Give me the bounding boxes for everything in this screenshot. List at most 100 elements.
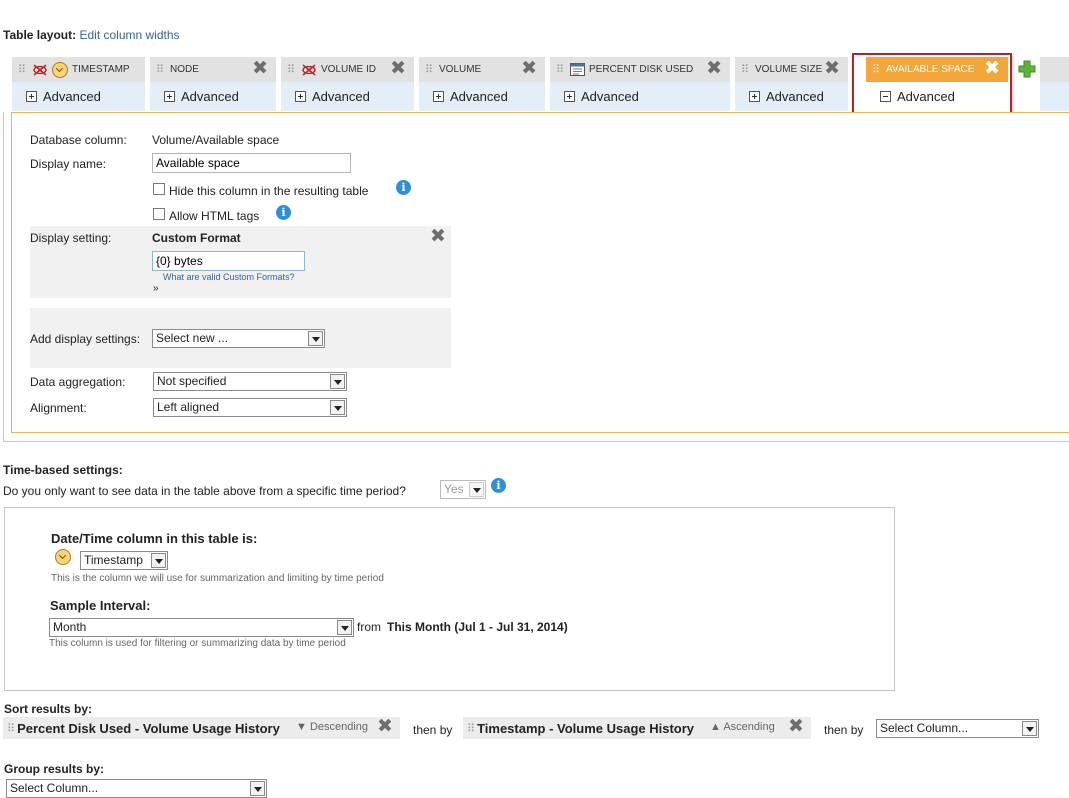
drag-handle-icon[interactable]: ⠿ (287, 63, 297, 76)
column-settings-panel: Database column: Volume/Available space … (11, 112, 1069, 433)
column-tab-available-space[interactable]: ⠿ AVAILABLE SPACE ✖ Advanced (866, 57, 1008, 113)
data-aggregation-select[interactable]: Not specified (153, 372, 347, 391)
sort-direction[interactable]: ▲ Ascending (710, 721, 775, 733)
drag-handle-icon[interactable]: ⠿ (556, 63, 566, 76)
chevron-down-icon (330, 400, 345, 415)
info-icon[interactable]: i (276, 205, 291, 220)
sort-field: Percent Disk Used - Volume Usage History (17, 720, 280, 736)
column-name: AVAILABLE SPACE (886, 64, 975, 75)
edit-column-widths-link[interactable]: Edit column widths (79, 28, 179, 42)
hide-column-checkbox[interactable] (153, 183, 165, 195)
chevron-down-icon (469, 482, 484, 497)
sample-interval-heading: Sample Interval: (50, 598, 151, 613)
advanced-toggle[interactable]: Advanced (419, 82, 545, 111)
display-name-label: Display name: (30, 157, 107, 171)
then-by-label: then by (413, 723, 453, 737)
remove-display-setting-icon[interactable]: ✖ (430, 227, 446, 247)
add-column-icon[interactable] (1018, 60, 1036, 78)
alignment-select[interactable]: Left aligned (153, 398, 347, 417)
custom-format-help-link[interactable]: What are valid Custom Formats? (163, 272, 295, 282)
sort-chip-2[interactable]: ⠿ Timestamp - Volume Usage History ▲ Asc… (463, 717, 811, 739)
remove-column-icon[interactable]: ✖ (824, 59, 840, 79)
column-name: NODE (170, 64, 199, 75)
sort-field: Timestamp - Volume Usage History (477, 720, 695, 736)
remove-column-icon[interactable]: ✖ (252, 59, 268, 79)
sample-interval-note: This column is used for filtering or sum… (49, 638, 346, 649)
group-results-select[interactable]: Select Column... (6, 779, 267, 798)
info-icon[interactable]: i (396, 180, 411, 195)
allow-html-checkbox[interactable] (153, 208, 165, 220)
table-icon (570, 63, 585, 76)
drag-handle-icon[interactable]: ⠿ (156, 63, 166, 76)
remove-column-icon[interactable]: ✖ (984, 59, 1000, 79)
drag-handle-icon[interactable]: ⠿ (18, 63, 28, 76)
custom-format-title: Custom Format (152, 231, 241, 245)
sort-direction[interactable]: ▼ Descending (296, 721, 368, 733)
sort-results-heading: Sort results by: (4, 702, 93, 716)
collapse-icon (880, 91, 891, 102)
advanced-toggle[interactable]: Advanced (550, 82, 730, 111)
remove-column-icon[interactable]: ✖ (390, 59, 406, 79)
remove-column-icon[interactable]: ✖ (706, 59, 722, 79)
drag-handle-icon[interactable]: ⠿ (872, 63, 882, 76)
datetime-column-select[interactable]: Timestamp (80, 551, 168, 570)
data-aggregation-label: Data aggregation: (30, 375, 126, 389)
expand-icon (164, 91, 175, 102)
advanced-toggle[interactable]: Advanced (735, 82, 848, 111)
column-name: VOLUME ID (321, 64, 377, 75)
drag-handle-icon[interactable]: ⠿ (467, 722, 475, 735)
group-results-heading: Group results by: (4, 762, 105, 776)
from-label: from (357, 620, 381, 634)
sort-direction-label: Ascending (723, 721, 775, 733)
alignment-label: Alignment: (30, 401, 87, 415)
chevron-down-icon (330, 374, 345, 389)
datetime-column-value: Timestamp (84, 553, 143, 567)
display-name-input[interactable] (152, 153, 351, 173)
time-period-select[interactable]: Yes (440, 480, 486, 499)
remove-column-icon[interactable]: ✖ (521, 59, 537, 79)
drag-handle-icon[interactable]: ⠿ (7, 722, 15, 735)
drag-handle-icon[interactable]: ⠿ (425, 63, 435, 76)
column-tab-volume-id[interactable]: ⠿ VOLUME ID ✖ Advanced (281, 57, 414, 111)
allow-html-label: Allow HTML tags (169, 209, 260, 223)
database-column-label: Database column: (30, 133, 127, 147)
advanced-toggle[interactable]: Advanced (150, 82, 276, 111)
custom-format-input[interactable] (152, 251, 305, 271)
remove-sort-icon[interactable]: ✖ (788, 717, 804, 737)
advanced-label: Advanced (581, 89, 639, 104)
sort-chip-1[interactable]: ⠿ Percent Disk Used - Volume Usage Histo… (3, 717, 400, 739)
column-name: VOLUME (439, 64, 482, 75)
remove-sort-icon[interactable]: ✖ (377, 717, 393, 737)
sort-third-select[interactable]: Select Column... (876, 719, 1039, 738)
advanced-toggle[interactable]: Advanced (281, 82, 414, 111)
column-strip-filler (1040, 57, 1069, 111)
info-icon[interactable]: i (491, 478, 506, 493)
eye-crossed-icon (302, 63, 316, 76)
add-display-select[interactable]: Select new ... (152, 329, 325, 348)
column-name: PERCENT DISK USED (589, 64, 694, 75)
advanced-toggle[interactable]: Advanced (866, 82, 1008, 111)
expand-icon (433, 91, 444, 102)
expand-icon (749, 91, 760, 102)
column-tab-percent-disk-used[interactable]: ⠿ PERCENT DISK USED ✖ Advanced (550, 57, 730, 111)
datetime-column-note: This is the column we will use for summa… (51, 573, 384, 584)
time-settings-heading: Time-based settings: (3, 463, 123, 477)
then-by-label: then by (824, 723, 864, 737)
column-tab-timestamp[interactable]: ⠿ TIMESTAMP Advanced (12, 57, 145, 111)
advanced-toggle[interactable]: Advanced (12, 82, 145, 111)
clock-icon (55, 549, 71, 565)
add-display-label: Add display settings: (30, 332, 141, 346)
advanced-label: Advanced (312, 89, 370, 104)
sort-third-value: Select Column... (880, 721, 969, 735)
column-tab-volume[interactable]: ⠿ VOLUME ✖ Advanced (419, 57, 545, 111)
advanced-label: Advanced (766, 89, 824, 104)
expand-icon (295, 91, 306, 102)
column-tab-node[interactable]: ⠿ NODE ✖ Advanced (150, 57, 276, 111)
drag-handle-icon[interactable]: ⠿ (741, 63, 751, 76)
advanced-label: Advanced (450, 89, 508, 104)
custom-format-more[interactable]: » (153, 283, 159, 294)
sample-interval-select[interactable]: Month (49, 618, 354, 637)
table-layout-label: Table layout: (3, 28, 77, 42)
column-tab-volume-size[interactable]: ⠿ VOLUME SIZE ✖ Advanced (735, 57, 848, 111)
advanced-label: Advanced (181, 89, 239, 104)
